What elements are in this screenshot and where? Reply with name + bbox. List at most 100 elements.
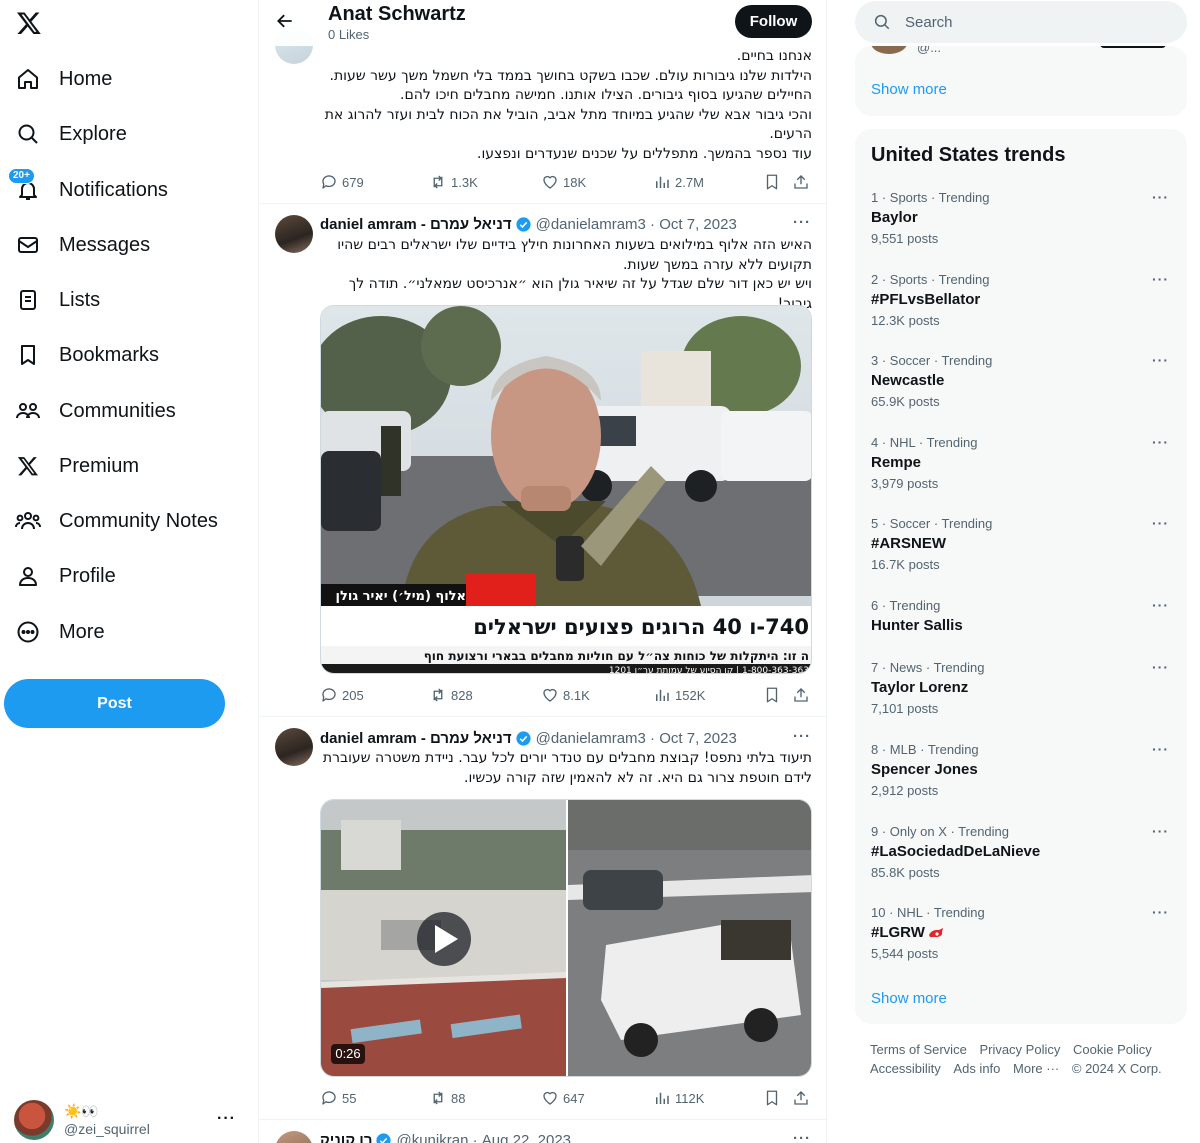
views-button[interactable]: 2.7M [653,173,704,191]
trend-item[interactable]: 8 · MLB · Trending Spencer Jones 2,912 p… [855,738,1187,820]
back-arrow-icon[interactable] [275,11,297,33]
like-button[interactable]: 647 [541,1089,585,1107]
like-button[interactable]: 18K [541,173,586,191]
tweet-text-line: לידם חוטפת צרור גם היא. זה לא להאמין שזה… [464,769,812,786]
share-button[interactable] [792,173,814,191]
show-more-link[interactable]: Show more [871,81,947,98]
tweet-image[interactable]: אלוף (מיל׳) יאיר גולן 740-ו 40 הרוגים פצ… [320,305,812,674]
trend-post-count: 9,551 posts [871,231,939,246]
author-name[interactable]: רן קוניק [320,1132,372,1143]
footer-link-cookie[interactable]: Cookie Policy [1073,1040,1152,1059]
trend-post-count: 16.7K posts [871,557,940,572]
account-switcher[interactable]: ☀️👀 @zei_squirrel ··· [14,1098,246,1142]
views-button[interactable]: 152K [653,686,705,704]
author-handle[interactable]: @danielamram3 [536,730,646,747]
more-dots-icon[interactable]: ··· [1152,904,1169,920]
more-dots-icon[interactable]: ··· [1152,741,1169,757]
tweet[interactable]: daniel amram - דניאל עמרם @danielamram3 … [259,717,826,1120]
nav-more[interactable]: More [14,608,105,656]
more-dots-icon[interactable]: ··· [1152,659,1169,675]
more-dots-icon[interactable]: ··· [1152,434,1169,450]
more-dots-icon[interactable]: ··· [1152,271,1169,287]
search-box[interactable]: Search [855,1,1187,43]
left-nav: Home Explore 20+ Notifications Messages … [0,0,258,1143]
like-button[interactable]: 8.1K [541,686,590,704]
more-dots-icon[interactable]: ··· [793,728,811,745]
nav-lists[interactable]: Lists [14,276,100,324]
tweet-video[interactable]: 0:26 [320,799,812,1077]
more-dots-icon[interactable]: ··· [1152,189,1169,205]
trend-name: Newcastle [871,372,945,389]
nav-notifications[interactable]: 20+ Notifications [8,166,168,214]
nav-home[interactable]: Home [14,55,112,103]
more-dots-icon[interactable]: ··· [1152,597,1169,613]
bookmark-button[interactable] [763,1089,785,1107]
more-dots-icon[interactable]: ··· [1152,352,1169,368]
author-name[interactable]: daniel amram - דניאל עמרם [320,730,512,747]
trend-item[interactable]: 6 · Trending Hunter Sallis ··· [855,594,1187,656]
tweet-date[interactable]: Oct 7, 2023 [659,216,737,233]
footer-link-ads-info[interactable]: Ads info [953,1059,1000,1078]
tweet-avatar[interactable] [275,1131,313,1143]
tweet-header: daniel amram - דניאל עמרם @danielamram3 … [320,728,737,748]
nav-bookmarks[interactable]: Bookmarks [14,331,159,379]
bookmark-icon [14,341,42,369]
trend-item[interactable]: 5 · Soccer · Trending #ARSNEW 16.7K post… [855,512,1187,594]
trend-post-count: 12.3K posts [871,313,940,328]
suggested-follow-button[interactable] [1100,46,1166,48]
reply-button[interactable]: 205 [320,686,364,704]
tweet-date[interactable]: Oct 7, 2023 [659,730,737,747]
trend-item[interactable]: 10 · NHL · Trending #LGRW 5,544 posts ··… [855,901,1187,983]
trend-item[interactable]: 7 · News · Trending Taylor Lorenz 7,101 … [855,656,1187,738]
nav-messages[interactable]: Messages [14,221,150,269]
repost-button[interactable]: 828 [429,686,473,704]
nav-community-notes[interactable]: Community Notes [14,497,218,545]
tweet-avatar[interactable] [275,728,313,766]
trend-item[interactable]: 1 · Sports · Trending Baylor 9,551 posts… [855,186,1187,268]
nav-explore[interactable]: Explore [14,110,127,158]
tweet[interactable]: רן קוניק @kunikran · Aug 22, 2023 ··· [259,1120,826,1143]
more-dots-icon[interactable]: ··· [1152,823,1169,839]
footer-link-accessibility[interactable]: Accessibility [870,1059,941,1078]
trends-show-more-link[interactable]: Show more [871,990,947,1007]
nav-premium[interactable]: Premium [14,442,139,490]
tweet[interactable]: daniel amram - דניאל עמרם @danielamram3 … [259,204,826,717]
bookmark-button[interactable] [763,173,785,191]
share-button[interactable] [792,1089,814,1107]
search-icon [874,14,890,30]
author-name[interactable]: daniel amram - דניאל עמרם [320,216,512,233]
more-dots-icon: ··· [217,1110,236,1127]
separator: · [645,215,660,233]
footer-link-more[interactable]: More ··· [1013,1059,1059,1078]
reply-button[interactable]: 679 [320,173,364,191]
repost-button[interactable]: 1.3K [429,173,478,191]
repost-count: 88 [451,1090,466,1106]
trend-item[interactable]: 9 · Only on X · Trending #LaSociedadDeLa… [855,820,1187,902]
x-logo-icon[interactable] [14,8,44,38]
tweet-avatar[interactable] [275,215,313,253]
reply-button[interactable]: 55 [320,1089,356,1107]
trend-item[interactable]: 2 · Sports · Trending #PFLvsBellator 12.… [855,268,1187,350]
views-button[interactable]: 112K [653,1089,704,1107]
trend-item[interactable]: 3 · Soccer · Trending Newcastle 65.9K po… [855,349,1187,431]
author-handle[interactable]: @kunikran [396,1132,468,1143]
trend-item[interactable]: 4 · NHL · Trending Rempe 3,979 posts ··· [855,431,1187,513]
footer-link-privacy[interactable]: Privacy Policy [979,1040,1060,1059]
tweet-actions: 205 828 8.1K 152K [320,686,812,706]
author-handle[interactable]: @danielamram3 [536,216,646,233]
nav-profile[interactable]: Profile [14,552,116,600]
suggested-avatar[interactable] [871,46,907,54]
more-dots-icon[interactable]: ··· [793,1130,811,1143]
repost-button[interactable]: 88 [429,1089,465,1107]
more-dots-icon[interactable]: ··· [1152,515,1169,531]
bookmark-button[interactable] [763,686,785,704]
follow-button[interactable]: Follow [735,5,812,38]
tweet-date[interactable]: Aug 22, 2023 [482,1132,571,1143]
share-button[interactable] [792,686,814,704]
more-dots-icon[interactable]: ··· [793,214,811,231]
subline-text: ה זו: היתקלות של כוחות צה״ל עם חוליות מח… [424,649,809,663]
nav-communities[interactable]: Communities [14,387,176,435]
main-timeline: Anat Schwartz 0 Likes Follow אנחנו בחיים… [258,0,827,1143]
footer-link-terms[interactable]: Terms of Service [870,1040,967,1059]
post-button[interactable]: Post [4,679,225,728]
